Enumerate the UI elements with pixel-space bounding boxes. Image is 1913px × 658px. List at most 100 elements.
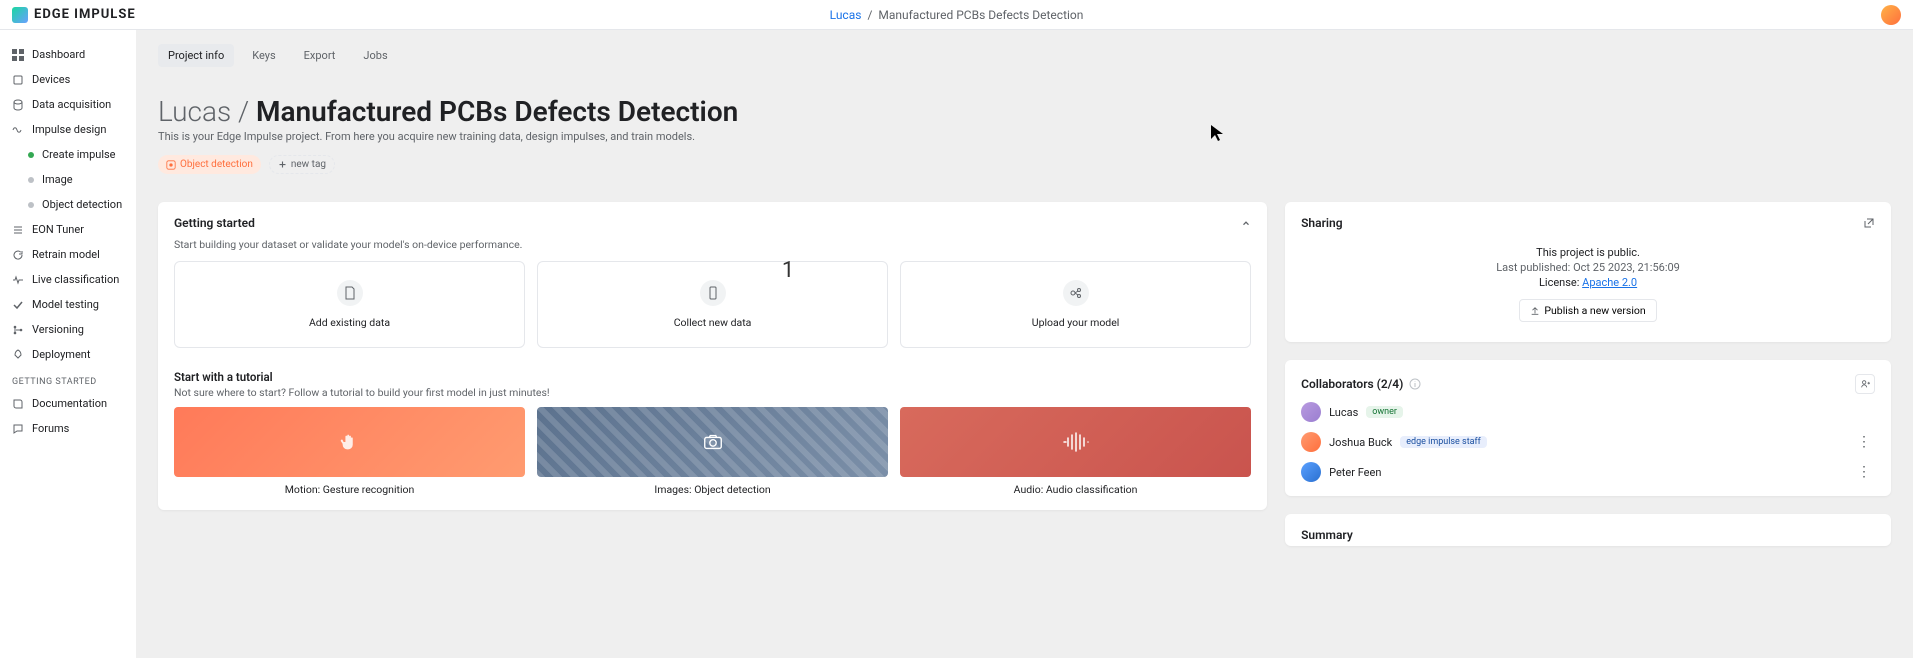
collab-more-button[interactable]: ⋮ [1853,434,1875,450]
topbar: EDGE IMPULSE Lucas / Manufactured PCBs D… [0,0,1913,30]
tutorial-heading: Start with a tutorial [174,370,1251,384]
sidebar-subitem-create-impulse[interactable]: Create impulse [0,142,136,167]
collab-more-button[interactable]: ⋮ [1853,464,1875,480]
database-icon [12,99,24,111]
upload-icon [1530,306,1540,316]
status-dot-icon [28,177,34,183]
page-subtitle: This is your Edge Impulse project. From … [158,130,1891,143]
sidebar-item-eon-tuner[interactable]: EON Tuner [0,217,136,242]
sidebar-item-label: Devices [32,73,70,86]
tune-icon [12,224,24,236]
category-pill[interactable]: Object detection [158,155,261,174]
breadcrumb-user-link[interactable]: Lucas [830,8,862,22]
tile-add-existing-data[interactable]: Add existing data [174,261,525,348]
sidebar-item-impulse-design[interactable]: Impulse design [0,117,136,142]
panel-collaborators: Collaborators (2/4) Lucas [1285,360,1891,496]
sidebar-item-label: Documentation [32,397,107,410]
collab-name: Peter Feen [1329,466,1381,479]
sidebar-item-forums[interactable]: Forums [0,416,136,441]
tutorial-tile-audio[interactable]: Audio: Audio classification [900,407,1251,496]
sidebar-item-label: Image [42,173,73,186]
license-link[interactable]: Apache 2.0 [1582,276,1637,289]
status-dot-icon [28,202,34,208]
sidebar-item-dashboard[interactable]: Dashboard [0,42,136,67]
pulse-icon [12,274,24,286]
sidebar-section-label: GETTING STARTED [0,367,136,391]
phone-icon [700,280,726,306]
tab-export[interactable]: Export [294,44,346,67]
hand-icon [339,431,361,453]
sidebar-item-label: Object detection [42,198,122,211]
tile-label: Upload your model [1032,316,1120,329]
brand-logo[interactable]: EDGE IMPULSE [12,7,136,23]
rocket-icon [12,349,24,361]
breadcrumb: Lucas / Manufactured PCBs Defects Detect… [830,8,1084,22]
tabs: Project info Keys Export Jobs [158,44,1891,67]
file-icon [337,280,363,306]
sidebar-item-devices[interactable]: Devices [0,67,136,92]
collaborator-row: Lucas owner [1301,402,1875,422]
license-label: License: [1539,276,1582,289]
panel-heading: Getting started [174,216,255,230]
chip-icon [12,74,24,86]
tab-keys[interactable]: Keys [242,44,285,67]
target-icon [166,160,176,170]
sidebar-item-label: Deployment [32,348,90,361]
collab-avatar [1301,432,1321,452]
tutorial-label: Images: Object detection [537,483,888,496]
sidebar-item-versioning[interactable]: Versioning [0,317,136,342]
sidebar-item-label: EON Tuner [32,223,84,236]
collab-avatar [1301,462,1321,482]
category-pill-label: Object detection [180,159,253,170]
publish-new-version-button[interactable]: Publish a new version [1519,299,1656,322]
role-badge: owner [1366,406,1403,418]
brand-text: EDGE IMPULSE [34,7,136,22]
sidebar-item-deployment[interactable]: Deployment [0,342,136,367]
brand-mark-icon [12,7,28,23]
role-badge: edge impulse staff [1400,436,1487,448]
tile-label: Add existing data [309,316,390,329]
add-collaborator-button[interactable] [1855,374,1875,394]
page-title-owner: Lucas / [158,95,256,128]
sidebar-item-label: Model testing [32,298,99,311]
status-dot-icon [28,152,34,158]
tag-row: Object detection new tag [158,155,1891,174]
breadcrumb-project: Manufactured PCBs Defects Detection [878,8,1083,22]
sidebar-item-live-classification[interactable]: Live classification [0,267,136,292]
panel-getting-started: Getting started Start building your data… [158,202,1267,510]
sidebar-item-label: Retrain model [32,248,100,261]
sidebar-subitem-image[interactable]: Image [0,167,136,192]
sidebar-subitem-object-detection[interactable]: Object detection [0,192,136,217]
page-title-name: Manufactured PCBs Defects Detection [256,95,738,128]
main-content: Project info Keys Export Jobs Lucas / Ma… [136,30,1913,658]
tutorial-label: Motion: Gesture recognition [174,483,525,496]
tutorial-thumb-images [537,407,888,477]
panel-heading: Summary [1285,514,1891,546]
grid-icon [12,49,24,61]
tutorial-tile-images[interactable]: Images: Object detection [537,407,888,496]
sidebar-item-model-testing[interactable]: Model testing [0,292,136,317]
tile-collect-new-data[interactable]: Collect new data [537,261,888,348]
sidebar-item-data-acquisition[interactable]: Data acquisition [0,92,136,117]
tutorial-subtext: Not sure where to start? Follow a tutori… [174,386,1251,399]
open-external-button[interactable] [1863,217,1875,229]
page-head: Lucas / Manufactured PCBs Defects Detect… [158,95,1891,143]
sidebar: Dashboard Devices Data acquisition Impul… [0,30,136,658]
sharing-public-line: This project is public. [1301,246,1875,259]
sidebar-item-label: Live classification [32,273,119,286]
tile-upload-your-model[interactable]: Upload your model [900,261,1251,348]
tile-label: Collect new data [674,316,752,329]
info-icon[interactable] [1409,378,1421,390]
sidebar-item-documentation[interactable]: Documentation [0,391,136,416]
user-avatar[interactable] [1881,5,1901,25]
tab-jobs[interactable]: Jobs [353,44,397,67]
collapse-toggle[interactable] [1241,218,1251,228]
tab-project-info[interactable]: Project info [158,44,234,67]
tutorial-tile-motion[interactable]: Motion: Gesture recognition [174,407,525,496]
collaborator-row: Peter Feen ⋮ [1301,462,1875,482]
add-tag-button[interactable]: new tag [269,155,335,174]
chevron-up-icon [1241,218,1251,228]
sidebar-item-retrain[interactable]: Retrain model [0,242,136,267]
plus-icon [278,160,287,169]
collab-name: Lucas [1329,406,1358,419]
